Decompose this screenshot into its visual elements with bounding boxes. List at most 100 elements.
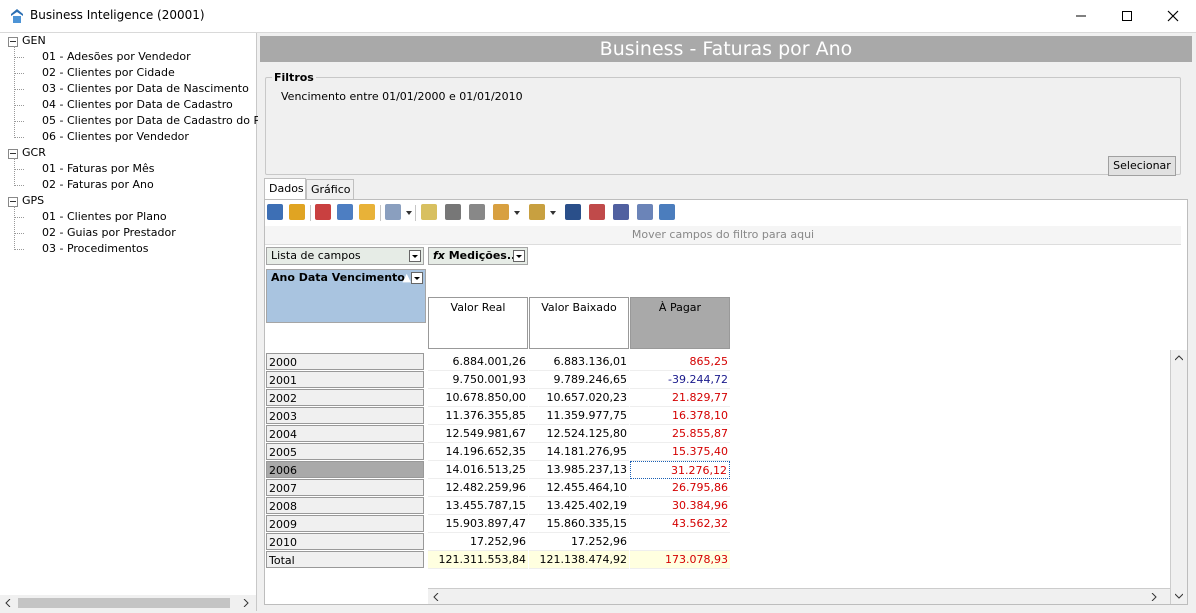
- row-label[interactable]: 2010: [266, 533, 424, 550]
- field-list-button[interactable]: Lista de campos: [266, 247, 424, 265]
- collapse-gps-icon[interactable]: [8, 197, 18, 207]
- data-cell[interactable]: 9.750.001,93: [428, 371, 528, 389]
- row-field-header[interactable]: Ano Data Vencimento ▲: [266, 269, 426, 323]
- data-cell[interactable]: [630, 533, 730, 551]
- row-label[interactable]: 2002: [266, 389, 424, 406]
- data-cell[interactable]: 6.884.001,26: [428, 353, 528, 371]
- export-icon[interactable]: [385, 204, 401, 220]
- tree-item[interactable]: 02 - Guias por Prestador: [42, 225, 176, 241]
- maximize-button[interactable]: [1104, 0, 1150, 31]
- data-cell[interactable]: 16.378,10: [630, 407, 730, 425]
- scroll-left-icon[interactable]: [432, 593, 440, 601]
- save-icon[interactable]: [267, 204, 283, 220]
- tab-dados[interactable]: Dados: [264, 178, 306, 199]
- data-cell[interactable]: 12.524.125,80: [529, 425, 629, 443]
- column-header[interactable]: Valor Real: [428, 297, 528, 349]
- scroll-right-icon[interactable]: [242, 599, 250, 607]
- save-layout-icon[interactable]: [337, 204, 353, 220]
- grid-dropdown-icon[interactable]: [550, 211, 556, 215]
- total-cell[interactable]: 173.078,93: [630, 551, 730, 569]
- chevron-down-icon[interactable]: [513, 250, 525, 262]
- data-cell[interactable]: 15.860.335,15: [529, 515, 629, 533]
- data-cell[interactable]: 17.252,96: [428, 533, 528, 551]
- data-cell[interactable]: 13.455.787,15: [428, 497, 528, 515]
- row-label[interactable]: 2004: [266, 425, 424, 442]
- tree-group-gcr[interactable]: GCR: [22, 145, 46, 161]
- data-cell[interactable]: 10.657.020,23: [529, 389, 629, 407]
- data-cell[interactable]: 30.384,96: [630, 497, 730, 515]
- data-cell[interactable]: 15.375,40: [630, 443, 730, 461]
- data-cell[interactable]: 43.562,32: [630, 515, 730, 533]
- data-cell[interactable]: 12.482.259,96: [428, 479, 528, 497]
- data-cell[interactable]: 12.455.464,10: [529, 479, 629, 497]
- grid-vertical-scrollbar[interactable]: [1170, 350, 1187, 604]
- row-label[interactable]: 2000: [266, 353, 424, 370]
- tree-item[interactable]: 02 - Clientes por Cidade: [42, 65, 175, 81]
- properties-icon[interactable]: [637, 204, 653, 220]
- data-cell[interactable]: 26.795,86: [630, 479, 730, 497]
- data-cell[interactable]: 11.376.355,85: [428, 407, 528, 425]
- collapse-gcr-icon[interactable]: [8, 149, 18, 159]
- grid-icon[interactable]: [529, 204, 545, 220]
- swap-icon[interactable]: [469, 204, 485, 220]
- tree-item[interactable]: 01 - Faturas por Mês: [42, 161, 155, 177]
- column-header-selected[interactable]: À Pagar: [630, 297, 730, 349]
- data-cell[interactable]: 13.985.237,13: [529, 461, 629, 479]
- measures-button[interactable]: fx Medições...: [428, 247, 528, 265]
- data-cell[interactable]: -39.244,72: [630, 371, 730, 389]
- chevron-down-icon[interactable]: [409, 250, 421, 262]
- row-label[interactable]: 2001: [266, 371, 424, 388]
- data-cell[interactable]: 14.181.276,95: [529, 443, 629, 461]
- tree-item[interactable]: 01 - Adesões por Vendedor: [42, 49, 191, 65]
- data-cell[interactable]: 11.359.977,75: [529, 407, 629, 425]
- total-cell[interactable]: 121.311.553,84: [428, 551, 528, 569]
- tab-grafico[interactable]: Gráfico: [306, 179, 354, 199]
- data-cell[interactable]: 31.276,12: [630, 461, 730, 479]
- grid-horizontal-scrollbar[interactable]: [428, 588, 1170, 604]
- tree-item[interactable]: 05 - Clientes por Data de Cadastro do Pl…: [42, 113, 284, 129]
- sort-asc-icon[interactable]: ▲: [403, 270, 411, 286]
- scroll-down-icon[interactable]: [1175, 592, 1183, 600]
- link-icon[interactable]: [445, 204, 461, 220]
- row-label[interactable]: 2007: [266, 479, 424, 496]
- total-row-label[interactable]: Total: [266, 551, 424, 568]
- data-cell[interactable]: 6.883.136,01: [529, 353, 629, 371]
- row-label[interactable]: 2005: [266, 443, 424, 460]
- data-cell[interactable]: 12.549.981,67: [428, 425, 528, 443]
- row-label[interactable]: 2006: [266, 461, 424, 478]
- open-folder-icon[interactable]: [289, 204, 305, 220]
- scroll-up-icon[interactable]: [1175, 354, 1183, 362]
- row-label[interactable]: 2008: [266, 497, 424, 514]
- layout-icon[interactable]: [493, 204, 509, 220]
- minimize-button[interactable]: [1058, 0, 1104, 31]
- data-cell[interactable]: 14.196.652,35: [428, 443, 528, 461]
- number-format-icon[interactable]: [613, 204, 629, 220]
- layout-dropdown-icon[interactable]: [514, 211, 520, 215]
- tree-horizontal-scrollbar[interactable]: [0, 595, 256, 611]
- tree-item[interactable]: 06 - Clientes por Vendedor: [42, 129, 189, 145]
- data-cell[interactable]: 17.252,96: [529, 533, 629, 551]
- data-cell[interactable]: 10.678.850,00: [428, 389, 528, 407]
- expand-icon[interactable]: [421, 204, 437, 220]
- tree-item[interactable]: 04 - Clientes por Data de Cadastro: [42, 97, 233, 113]
- chevron-down-icon[interactable]: [411, 272, 423, 284]
- data-cell[interactable]: 15.903.897,47: [428, 515, 528, 533]
- tree-group-gen[interactable]: GEN: [22, 33, 46, 49]
- scroll-left-icon[interactable]: [4, 599, 12, 607]
- sum-icon[interactable]: [565, 204, 581, 220]
- scroll-right-icon[interactable]: [1150, 593, 1158, 601]
- tree-item[interactable]: 03 - Clientes por Data de Nascimento: [42, 81, 249, 97]
- data-cell[interactable]: 14.016.513,25: [428, 461, 528, 479]
- scroll-thumb[interactable]: [18, 598, 230, 608]
- row-label[interactable]: 2003: [266, 407, 424, 424]
- data-cell[interactable]: 865,25: [630, 353, 730, 371]
- load-layout-icon[interactable]: [359, 204, 375, 220]
- total-cell[interactable]: 121.138.474,92: [529, 551, 629, 569]
- tree-item[interactable]: 01 - Clientes por Plano: [42, 209, 167, 225]
- collapse-gen-icon[interactable]: [8, 37, 18, 47]
- data-cell[interactable]: 9.789.246,65: [529, 371, 629, 389]
- filter-drop-zone[interactable]: Mover campos do filtro para aqui: [265, 226, 1181, 245]
- chart-icon[interactable]: [589, 204, 605, 220]
- close-button[interactable]: [1150, 0, 1196, 31]
- export-dropdown-icon[interactable]: [406, 211, 412, 215]
